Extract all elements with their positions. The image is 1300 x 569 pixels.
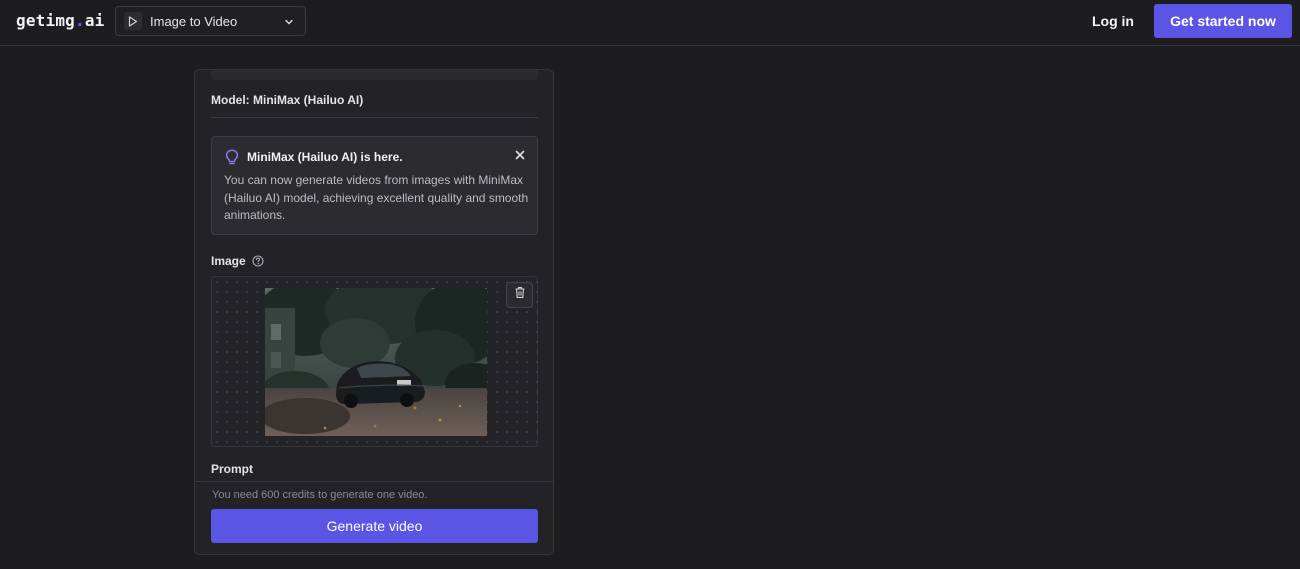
chevron-down-icon: [283, 15, 295, 33]
play-icon: [124, 12, 142, 30]
prompt-label: Prompt: [211, 462, 253, 476]
divider: [211, 117, 538, 118]
delete-image-button[interactable]: [506, 282, 533, 308]
image-section-label: Image: [211, 254, 264, 268]
top-bar: getimg.ai Image to Video Log in Get star…: [0, 0, 1300, 46]
login-link[interactable]: Log in: [1092, 13, 1134, 29]
tool-selector-label: Image to Video: [150, 13, 238, 29]
close-icon[interactable]: [513, 148, 527, 162]
notice-body: You can now generate videos from images …: [224, 173, 529, 222]
credits-note: You need 600 credits to generate one vid…: [212, 489, 428, 501]
generation-panel: Model: MiniMax (Hailuo AI) MiniMax (Hail…: [194, 69, 554, 555]
logo-dot: .: [75, 11, 85, 30]
panel-footer: You need 600 credits to generate one vid…: [195, 481, 553, 554]
lightbulb-icon: [225, 149, 239, 171]
help-icon[interactable]: [252, 255, 264, 267]
notice-card: MiniMax (Hailuo AI) is here. You can now…: [211, 136, 538, 235]
tool-selector[interactable]: Image to Video: [115, 6, 306, 36]
notice-title: MiniMax (Hailuo AI) is here.: [247, 150, 403, 164]
generate-video-button[interactable]: Generate video: [211, 509, 538, 543]
trash-icon: [514, 286, 526, 304]
collapsed-field: [211, 70, 538, 80]
logo-tld: ai: [84, 11, 105, 30]
model-label: Model: MiniMax (Hailuo AI): [211, 93, 364, 107]
uploaded-image-preview: [265, 288, 487, 436]
image-dropzone[interactable]: [211, 276, 538, 447]
image-label-text: Image: [211, 254, 246, 268]
logo[interactable]: getimg.ai: [16, 11, 105, 30]
logo-main: getimg: [16, 11, 75, 30]
get-started-button[interactable]: Get started now: [1154, 4, 1292, 38]
